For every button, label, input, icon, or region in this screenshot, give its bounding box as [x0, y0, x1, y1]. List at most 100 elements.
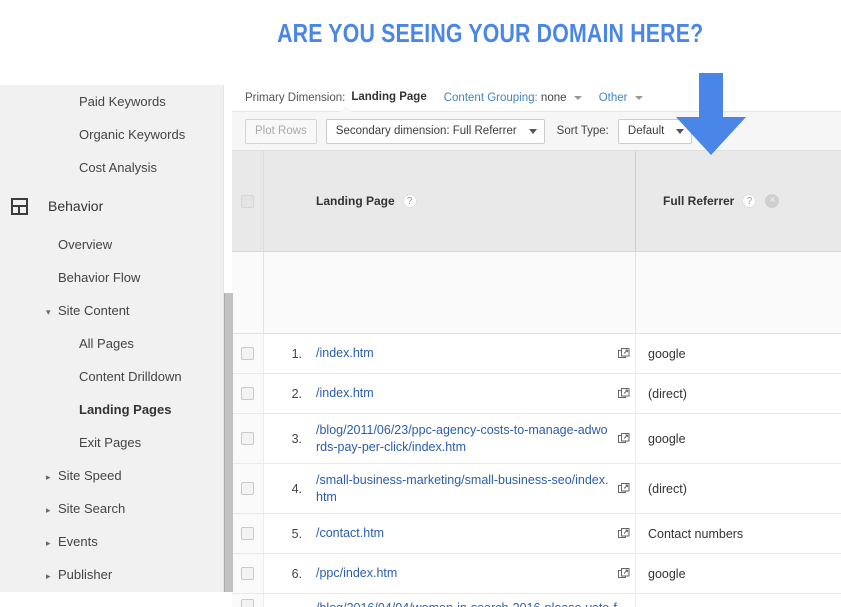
open-in-new-window-icon[interactable] [613, 387, 635, 400]
chevron-right-icon[interactable]: ▸ [46, 494, 56, 527]
open-in-new-window-icon[interactable] [613, 482, 635, 495]
full-referrer-cell: Contact numbers [648, 526, 744, 541]
chevron-down-icon[interactable]: ▾ [46, 296, 56, 329]
table-row[interactable]: /blog/2016/04/04/women-in-search-2016-pl… [232, 594, 841, 607]
left-sidebar-nav[interactable]: Paid Keywords Organic Keywords Cost Anal… [0, 85, 224, 592]
row-checkbox[interactable] [241, 527, 254, 540]
landing-page-cell: 2. /index.htm [264, 374, 636, 413]
chevron-right-icon[interactable]: ▸ [46, 527, 56, 560]
sidebar-item-site-speed[interactable]: ▸ Site Speed [0, 459, 223, 492]
sidebar-item-label: Exit Pages [79, 435, 142, 450]
help-icon[interactable]: ? [402, 194, 417, 208]
table-row[interactable]: 2. /index.htm (direct) [232, 374, 841, 414]
landing-page-link[interactable]: /blog/2016/04/04/women-in-search-2016-pl… [316, 594, 635, 607]
full-referrer-cell: (direct) [648, 386, 687, 401]
sidebar-item-label: Content Drilldown [79, 369, 182, 384]
landing-page-cell: 6. /ppc/index.htm [264, 554, 636, 593]
table-row[interactable]: 1. /index.htm google [232, 334, 841, 374]
blue-down-arrow-annotation [673, 73, 749, 155]
row-checkbox[interactable] [241, 482, 254, 495]
help-icon[interactable]: ? [742, 194, 757, 208]
chevron-down-icon [573, 95, 582, 100]
external-link-glyph [618, 432, 630, 443]
plot-rows-button[interactable]: Plot Rows [245, 118, 317, 144]
row-checkbox[interactable] [241, 599, 254, 607]
landing-page-link[interactable]: /contact.htm [316, 525, 613, 542]
row-rank: 5. [291, 526, 302, 541]
primary-dimension-bar: Primary Dimension: Landing Page Content … [232, 85, 841, 111]
filter-full-referrer-cell [636, 252, 841, 333]
sidebar-section-behavior[interactable]: Behavior [0, 184, 223, 228]
sidebar-item-paid-keywords[interactable]: Paid Keywords [0, 85, 223, 118]
row-select-cell[interactable] [232, 334, 264, 373]
full-referrer-cell: (direct) [648, 481, 687, 496]
select-all-cell[interactable] [232, 151, 264, 251]
landing-page-link[interactable]: /small-business-marketing/small-business… [316, 472, 613, 506]
row-select-cell[interactable] [232, 594, 264, 607]
content-grouping-dropdown[interactable]: Content Grouping: none [444, 92, 582, 104]
row-select-cell[interactable] [232, 374, 264, 413]
row-select-cell[interactable] [232, 554, 264, 593]
sidebar-item-label: Organic Keywords [79, 127, 186, 142]
select-all-checkbox[interactable] [241, 194, 254, 208]
sidebar-item-organic-keywords[interactable]: Organic Keywords [0, 118, 223, 151]
row-checkbox[interactable] [241, 347, 254, 360]
column-header-full-referrer[interactable]: Full Referrer ? × [636, 151, 841, 251]
row-select-cell[interactable] [232, 464, 264, 513]
primary-dimension-value[interactable]: Landing Page [351, 91, 426, 105]
screenshot-root: ARE YOU SEEING YOUR DOMAIN HERE? Paid Ke… [0, 0, 841, 607]
annotation-headline: ARE YOU SEEING YOUR DOMAIN HERE? [277, 18, 704, 48]
landing-page-cell: 3. /blog/2011/06/23/ppc-agency-costs-to-… [264, 414, 636, 463]
remove-column-icon[interactable]: × [765, 194, 780, 208]
sidebar-item-publisher[interactable]: ▸ Publisher [0, 558, 223, 591]
open-in-new-window-icon[interactable] [613, 527, 635, 540]
landing-page-cell: /blog/2016/04/04/women-in-search-2016-pl… [264, 594, 636, 607]
sidebar-item-site-search[interactable]: ▸ Site Search [0, 492, 223, 525]
row-checkbox[interactable] [241, 567, 254, 580]
sidebar-item-exit-pages[interactable]: Exit Pages [0, 426, 223, 459]
sidebar-item-site-content[interactable]: ▾ Site Content [0, 294, 223, 327]
open-in-new-window-icon[interactable] [613, 567, 635, 580]
row-checkbox[interactable] [241, 432, 254, 445]
sidebar-item-cost-analysis[interactable]: Cost Analysis [0, 151, 223, 184]
chevron-right-icon[interactable]: ▸ [46, 461, 56, 494]
sidebar-item-events[interactable]: ▸ Events [0, 525, 223, 558]
chevron-right-icon[interactable]: ▸ [46, 560, 56, 592]
landing-page-link[interactable]: /blog/2011/06/23/ppc-agency-costs-to-man… [316, 422, 613, 456]
open-in-new-window-icon[interactable] [613, 347, 635, 360]
sidebar-item-all-pages[interactable]: All Pages [0, 327, 223, 360]
table-row[interactable]: 4. /small-business-marketing/small-busin… [232, 464, 841, 514]
landing-page-link[interactable]: /index.htm [316, 345, 613, 362]
table-row[interactable]: 5. /contact.htm Contact numbers [232, 514, 841, 554]
table-row[interactable]: 6. /ppc/index.htm google [232, 554, 841, 594]
report-main-panel: Primary Dimension: Landing Page Content … [232, 85, 841, 607]
landing-page-cell: 5. /contact.htm [264, 514, 636, 553]
full-referrer-cell: google [648, 431, 686, 446]
secondary-dimension-select[interactable]: Secondary dimension: Full Referrer [325, 118, 545, 144]
sidebar-item-landing-pages[interactable]: Landing Pages [0, 393, 223, 426]
landing-page-link[interactable]: /ppc/index.htm [316, 565, 613, 582]
filter-check-cell [232, 252, 264, 333]
row-rank: 3. [291, 431, 302, 446]
row-select-cell[interactable] [232, 414, 264, 463]
sidebar-item-content-drilldown[interactable]: Content Drilldown [0, 360, 223, 393]
column-header-landing-page[interactable]: Landing Page ? [264, 151, 636, 251]
landing-page-link[interactable]: /index.htm [316, 385, 613, 402]
row-checkbox[interactable] [241, 387, 254, 400]
sidebar-item-overview[interactable]: Overview [0, 228, 223, 261]
sidebar-scrollbar-thumb[interactable] [224, 293, 233, 592]
row-rank: 1. [291, 346, 302, 361]
secondary-dimension-label: Secondary dimension: Full Referrer [335, 125, 517, 137]
landing-page-cell: 1. /index.htm [264, 334, 636, 373]
external-link-glyph [618, 387, 630, 398]
column-header-label: Landing Page [316, 194, 395, 208]
other-dropdown[interactable]: Other [599, 92, 643, 104]
sidebar-item-label: Paid Keywords [79, 94, 166, 109]
row-select-cell[interactable] [232, 514, 264, 553]
sidebar-item-label: All Pages [79, 336, 134, 351]
external-link-glyph [618, 527, 630, 538]
external-link-glyph [618, 482, 630, 493]
table-row[interactable]: 3. /blog/2011/06/23/ppc-agency-costs-to-… [232, 414, 841, 464]
open-in-new-window-icon[interactable] [613, 432, 635, 445]
sidebar-item-behavior-flow[interactable]: Behavior Flow [0, 261, 223, 294]
